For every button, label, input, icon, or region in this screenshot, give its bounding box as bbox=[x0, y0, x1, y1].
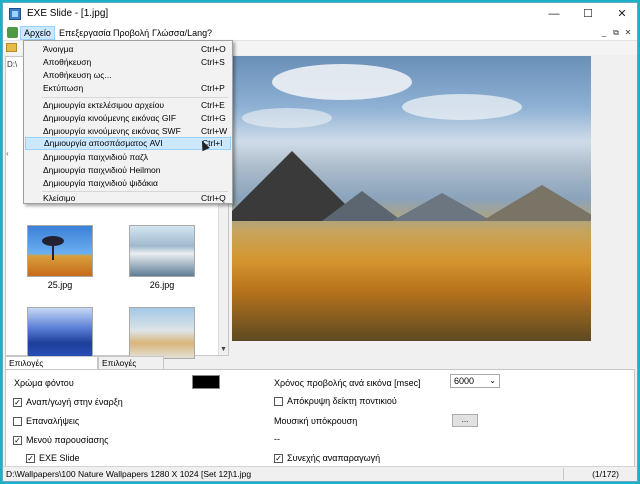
window-title: EXE Slide - [1.jpg] bbox=[27, 8, 109, 19]
menu-item-create-tiles[interactable]: Δημιουργία παιχνιδιού ψιδάκια bbox=[25, 177, 231, 190]
app-window: EXE Slide - [1.jpg] — ☐ ✕ Αρχείο Επεξεργ… bbox=[2, 2, 638, 482]
menu-item-label: Δημιουργία εκτελέσιμου αρχείου bbox=[43, 100, 165, 110]
menu-item-save-as[interactable]: Αποθήκευση ως... bbox=[25, 69, 231, 82]
thumbnail-label: 26.jpg bbox=[149, 280, 175, 290]
repeat-label: Επαναλήψεις bbox=[26, 416, 80, 426]
status-file-path: D:\Wallpapers\100 Nature Wallpapers 1280… bbox=[6, 469, 252, 479]
tab-image-options[interactable]: Επιλογές εικόνας bbox=[98, 356, 164, 381]
cloud bbox=[402, 94, 522, 120]
music-browse-button[interactable]: ... bbox=[452, 414, 478, 427]
menu-item-label: Κλείσιμο bbox=[43, 193, 76, 203]
thumbnail-27[interactable] bbox=[27, 307, 93, 359]
mountain-peak bbox=[322, 191, 402, 221]
menu-file[interactable]: Αρχείο bbox=[20, 26, 55, 40]
presentation-options-panel: Χρώμα φόντου ✓ Αναπ/γωγή στην έναρξη Επα… bbox=[5, 369, 635, 467]
menu-item-create-puzzle[interactable]: Δημιουργία παιχνιδιού παζλ bbox=[25, 151, 231, 164]
mdi-minimize-button[interactable]: _ bbox=[599, 27, 609, 38]
menu-item-label: Δημιουργία αποσπάσματος AVI bbox=[44, 138, 163, 148]
view-time-select[interactable]: 6000 ⌄ bbox=[450, 374, 500, 388]
status-bar: D:\Wallpapers\100 Nature Wallpapers 1280… bbox=[3, 466, 637, 481]
menu-item-label: Δημιουργία παιχνιδιού Heilmon bbox=[43, 165, 161, 175]
document-icon bbox=[7, 27, 18, 38]
presentation-menu-label: Μενού παρουσίασης bbox=[26, 435, 109, 445]
music-value: -- bbox=[274, 434, 280, 444]
background-color-label: Χρώμα φόντου bbox=[14, 378, 74, 388]
cloud bbox=[242, 108, 332, 128]
menu-item-label: Δημιουργία παιχνιδιού παζλ bbox=[43, 152, 148, 162]
scroll-left-icon[interactable]: ‹ bbox=[6, 149, 14, 159]
maximize-button[interactable]: ☐ bbox=[571, 3, 605, 25]
app-icon bbox=[9, 8, 21, 20]
folder-path: D:\ bbox=[7, 60, 18, 69]
menu-item-shortcut: Ctrl+Q bbox=[201, 193, 226, 203]
menu-item-create-exe[interactable]: Δημιουργία εκτελέσιμου αρχείου Ctrl+E bbox=[25, 99, 231, 112]
scroll-down-icon[interactable]: ▼ bbox=[220, 346, 227, 353]
hide-pointer-label: Απόκρυψη δείκτη ποντικιού bbox=[287, 396, 397, 406]
view-time-value: 6000 bbox=[454, 376, 475, 386]
menu-item-print[interactable]: Εκτύπωση Ctrl+P bbox=[25, 82, 231, 95]
menu-item-label: Αποθήκευση ως... bbox=[43, 70, 112, 80]
mdi-restore-button[interactable]: ⧉ bbox=[611, 27, 621, 38]
close-button[interactable]: ✕ bbox=[605, 3, 639, 25]
menu-item-shortcut: Ctrl+G bbox=[201, 113, 226, 123]
tab-presentation-options[interactable]: Επιλογές παρουσίασης bbox=[5, 356, 98, 381]
menu-bar: Αρχείο Επεξεργασία Προβολή Γλώσσα/Lang ?… bbox=[3, 25, 637, 41]
cloud bbox=[272, 64, 412, 100]
menu-help[interactable]: ? bbox=[204, 26, 215, 40]
menu-item-label: Δημιουργία παιχνιδιού ψιδάκια bbox=[43, 178, 158, 188]
menu-item-label: Αποθήκευση bbox=[43, 57, 92, 67]
background-color-swatch[interactable] bbox=[192, 375, 220, 389]
menu-item-create-gif[interactable]: Δημιουργία κινούμενης εικόνας GIF Ctrl+G bbox=[25, 112, 231, 125]
menu-item-create-heilmon[interactable]: Δημιουργία παιχνιδιού Heilmon bbox=[25, 164, 231, 177]
exe-slide-checkbox[interactable]: ✓ bbox=[26, 454, 35, 463]
thumbnail-26[interactable] bbox=[129, 225, 195, 277]
music-label: Μουσική υπόκρουση bbox=[274, 416, 358, 426]
menu-item-open[interactable]: Άνοιγμα Ctrl+O bbox=[25, 43, 231, 56]
thumbnail-25[interactable] bbox=[27, 225, 93, 277]
menu-item-label: Εκτύπωση bbox=[43, 83, 84, 93]
menu-item-shortcut: Ctrl+S bbox=[201, 57, 225, 67]
repeat-checkbox[interactable] bbox=[13, 417, 22, 426]
autoplay-label: Αναπ/γωγή στην έναρξη bbox=[26, 397, 123, 407]
hide-pointer-checkbox[interactable] bbox=[274, 397, 283, 406]
menu-view[interactable]: Προβολή bbox=[110, 26, 152, 40]
thumbnail-label: 25.jpg bbox=[47, 280, 73, 290]
menu-item-label: Δημιουργία κινούμενης εικόνας GIF bbox=[43, 113, 177, 123]
minimize-button[interactable]: — bbox=[537, 3, 571, 25]
menu-item-shortcut: Ctrl+O bbox=[201, 44, 226, 54]
status-divider bbox=[563, 468, 564, 480]
thumbnail-28[interactable] bbox=[129, 307, 195, 359]
status-image-count: (1/172) bbox=[592, 469, 619, 479]
menu-edit[interactable]: Επεξεργασία bbox=[56, 26, 114, 40]
menu-item-label: Άνοιγμα bbox=[43, 44, 74, 54]
tree-trunk bbox=[52, 244, 54, 260]
menu-item-shortcut: Ctrl+P bbox=[201, 83, 225, 93]
mdi-close-button[interactable]: ✕ bbox=[623, 27, 633, 38]
image-preview bbox=[232, 56, 591, 341]
view-time-label: Χρόνος προβολής ανά εικόνα [msec] bbox=[274, 378, 421, 388]
chevron-down-icon: ⌄ bbox=[489, 376, 496, 385]
title-bar[interactable]: EXE Slide - [1.jpg] — ☐ ✕ bbox=[3, 3, 637, 25]
presentation-menu-checkbox[interactable]: ✓ bbox=[13, 436, 22, 445]
open-folder-icon[interactable] bbox=[6, 43, 17, 52]
menu-item-close[interactable]: Κλείσιμο Ctrl+Q bbox=[25, 192, 231, 205]
mountain-peak bbox=[482, 185, 591, 221]
continuous-checkbox[interactable]: ✓ bbox=[274, 454, 283, 463]
menu-item-save[interactable]: Αποθήκευση Ctrl+S bbox=[25, 56, 231, 69]
menu-separator bbox=[42, 97, 228, 98]
exe-slide-label: EXE Slide bbox=[39, 453, 80, 463]
autoplay-checkbox[interactable]: ✓ bbox=[13, 398, 22, 407]
mountain-peak bbox=[392, 193, 492, 221]
continuous-label: Συνεχής αναπαραγωγή bbox=[287, 453, 381, 463]
menu-language[interactable]: Γλώσσα/Lang bbox=[149, 26, 210, 40]
menu-item-shortcut: Ctrl+E bbox=[201, 100, 225, 110]
file-menu-dropdown: Άνοιγμα Ctrl+O Αποθήκευση Ctrl+S Αποθήκε… bbox=[23, 40, 233, 204]
